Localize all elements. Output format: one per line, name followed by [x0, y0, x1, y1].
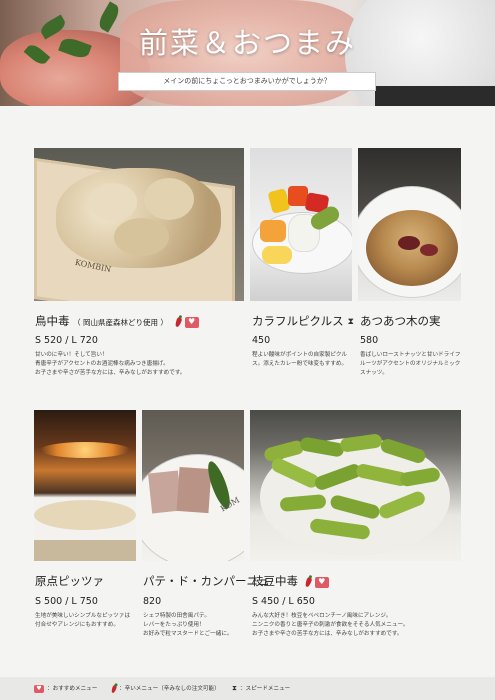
heart-icon	[184, 316, 199, 328]
item-description: 生地が美味しいシンプルなピッツァは 付合せやアレンジにもおすすめ。	[35, 612, 137, 630]
legend-label: ：おすすめメニュー	[47, 686, 98, 692]
description-line: 青唐辛子がアクセントのお酒泥棒な病みつき唐揚げ。	[35, 361, 169, 367]
item-name-pizza: 原点ピッツァ	[35, 573, 104, 589]
description-line: お子さまや辛さが苦手な方には、辛みなしがおすすめです。	[35, 370, 186, 376]
item-name-sub: （ 岡山県産森林どり使用 ）	[73, 318, 168, 327]
item-name-nuts: あつあつ木の実	[360, 313, 441, 329]
item-name-edamame: 枝豆中毒	[252, 573, 329, 589]
item-price: S 450 / L 650	[252, 596, 315, 607]
edamame-photo	[250, 410, 461, 561]
item-name-pickles: カラフルピクルス ⧗	[252, 313, 354, 329]
description-line: 生地が美味しいシンプルなピッツァは	[35, 613, 130, 619]
description-line: レバーをたっぷり使用！	[143, 622, 205, 628]
item-price: 820	[143, 596, 162, 607]
item-name-text: カラフルピクルス	[252, 314, 344, 328]
chili-icon	[174, 316, 183, 328]
pizza-photo	[34, 410, 136, 561]
item-price: S 520 / L 720	[35, 335, 98, 346]
item-description: シェフ特製の田舎風パテ。 レバーをたっぷり使用！ お好みで粒マスタードとご一緒に…	[143, 612, 245, 639]
description-line: お好みで粒マスタードとご一緒に。	[143, 631, 233, 637]
page-title: 前菜＆おつまみ	[138, 26, 356, 60]
legend-label: ：スピードメニュー	[239, 686, 291, 692]
item-description: みんな大好き！枝豆をペペロンチーノ風味にアレンジ。 ニンニクの香りと唐辛子の刺激…	[252, 612, 462, 639]
item-price: S 500 / L 750	[35, 596, 98, 607]
pickles-photo	[250, 148, 352, 301]
page-subtitle: メインの前にちょこっとおつまみいかがでしょうか？	[118, 72, 376, 91]
legend-recommended: ：おすすめメニュー	[34, 684, 97, 693]
nuts-photo	[358, 148, 461, 301]
pate-photo: KOM	[142, 410, 244, 561]
description-line: 香ばしいローストナッツと甘いドライフルーツがアクセントのオリジナルミックスナッツ…	[360, 352, 461, 376]
item-description: 程よい酸味がポイントの自家製ピクルス。添えたカレー粉で味変もすすめ。	[252, 351, 352, 369]
hourglass-icon: ⧗	[232, 684, 237, 692]
legend-spicy: ：辛いメニュー（辛みなしの注文可能）	[110, 684, 220, 693]
legend-label: ：辛いメニュー（辛みなしの注文可能）	[119, 686, 220, 692]
item-name-pate: パテ・ド・カンパーニュ	[143, 573, 270, 589]
item-name-text: あつあつ木の実	[360, 314, 441, 328]
chili-icon	[304, 576, 313, 588]
description-line: シェフ特製の田舎風パテ。	[143, 613, 210, 619]
item-name-text: パテ・ド・カンパーニュ	[143, 574, 270, 588]
hourglass-icon: ⧗	[347, 317, 354, 327]
item-description: 甘いのに辛い！そして旨い！ 青唐辛子がアクセントのお酒泥棒な病みつき唐揚げ。 お…	[35, 351, 245, 378]
description-line: お子さまや辛さの苦手な方には、辛みなしがおすすめです。	[252, 631, 403, 637]
description-line: 程よい酸味がポイントの自家製ピクルス。添えたカレー粉で味変もすすめ。	[252, 352, 348, 367]
item-name-text: 原点ピッツァ	[35, 574, 104, 588]
description-line: みんな大好き！枝豆をペペロンチーノ風味にアレンジ。	[252, 613, 392, 619]
header-banner: 前菜＆おつまみ メインの前にちょこっとおつまみいかがでしょうか？	[0, 0, 495, 106]
torichudoku-photo: KOMBIN	[34, 148, 244, 301]
item-name-text: 鳥中毒	[35, 314, 70, 328]
item-price: 450	[252, 335, 271, 346]
heart-icon	[34, 684, 44, 693]
item-name-torichudoku: 鳥中毒 （ 岡山県産森林どり使用 ）	[35, 313, 199, 329]
heart-icon	[314, 576, 329, 588]
chili-icon	[110, 684, 118, 693]
legend-speedy: ⧗ ：スピードメニュー	[232, 684, 290, 693]
description-line: 付合せやアレンジにもおすすめ。	[35, 622, 119, 628]
table-edge	[375, 86, 495, 106]
item-price: 580	[360, 335, 379, 346]
item-description: 香ばしいローストナッツと甘いドライフルーツがアクセントのオリジナルミックスナッツ…	[360, 351, 461, 378]
description-line: ニンニクの香りと唐辛子の刺激が食欲をそそる人気メニュー。	[252, 622, 409, 628]
description-line: 甘いのに辛い！そして旨い！	[35, 352, 108, 358]
item-name-text: 枝豆中毒	[252, 574, 298, 588]
